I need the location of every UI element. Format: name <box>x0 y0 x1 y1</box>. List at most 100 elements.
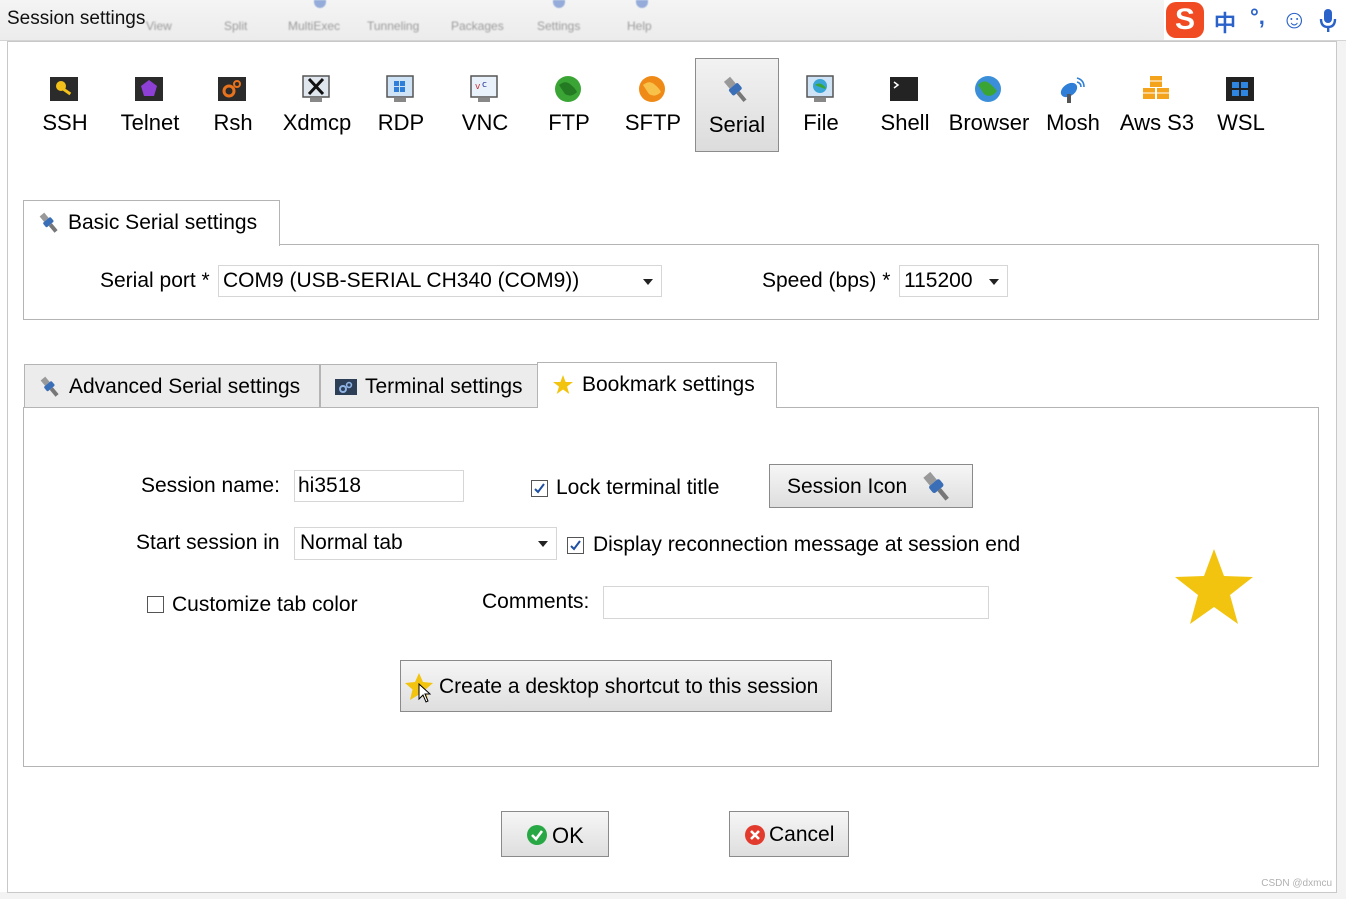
ghost-menu-item: Tunneling <box>367 19 420 33</box>
serial-plug-icon <box>39 212 58 233</box>
create-desktop-shortcut-button[interactable]: Create a desktop shortcut to this sessio… <box>400 660 832 712</box>
speed-label: Speed (bps) * <box>762 269 891 292</box>
telnet-gem-icon <box>135 77 163 101</box>
protocol-label: VNC <box>461 110 509 135</box>
protocol-rsh[interactable]: Rsh <box>192 58 274 150</box>
protocol-ftp[interactable]: FTP <box>528 58 610 150</box>
protocol-sftp[interactable]: SFTP <box>612 58 694 150</box>
protocol-ssh[interactable]: SSH <box>24 58 106 150</box>
serial-port-select[interactable]: COM9 (USB-SERIAL CH340 (COM9)) <box>218 265 662 297</box>
ghost-menu-icon <box>553 0 565 8</box>
protocol-file[interactable]: File <box>780 58 862 150</box>
ghost-menu-item: Packages <box>451 19 504 33</box>
protocol-serial[interactable]: Serial <box>695 58 779 152</box>
chevron-down-icon <box>538 541 548 547</box>
ghost-menu-item: Settings <box>537 19 581 33</box>
check-icon <box>534 483 545 494</box>
serial-plug-icon <box>923 471 949 501</box>
watermark: CSDN @dxmcu <box>1261 878 1332 889</box>
session-name-label: Session name: <box>141 474 280 497</box>
star-icon <box>553 375 573 394</box>
comments-input[interactable] <box>603 586 989 619</box>
protocol-label: Shell <box>880 110 930 135</box>
ftp-globe-icon <box>555 76 581 102</box>
window-edge <box>0 892 1346 899</box>
session-icon-button[interactable]: Session Icon <box>769 464 973 508</box>
comments-label: Comments: <box>482 590 590 613</box>
ime-toolbar: S 中 °, ☺ <box>1164 0 1346 40</box>
lock-terminal-title-label: Lock terminal title <box>556 476 720 499</box>
file-monitor-icon <box>806 75 834 102</box>
protocol-label: SFTP <box>624 110 682 135</box>
start-session-select[interactable]: Normal tab <box>294 527 557 560</box>
cancel-button[interactable]: Cancel <box>729 811 849 857</box>
speed-select[interactable]: 115200 <box>899 265 1008 297</box>
ime-emoji-icon[interactable]: ☺ <box>1281 4 1308 35</box>
protocol-rdp[interactable]: RDP <box>360 58 442 150</box>
protocol-browser[interactable]: Browser <box>948 58 1030 150</box>
protocol-label: Mosh <box>1046 110 1100 135</box>
tab-basic-serial-settings[interactable]: Basic Serial settings <box>23 200 280 246</box>
tab-label: Advanced Serial settings <box>69 375 301 398</box>
tab-terminal-settings[interactable]: Terminal settings <box>320 364 538 408</box>
protocol-label: Serial <box>708 112 766 137</box>
protocol-wsl[interactable]: WSL <box>1200 58 1282 150</box>
protocol-label: WSL <box>1217 110 1265 135</box>
ghost-menu-item: View <box>146 19 172 33</box>
chevron-down-icon <box>989 279 999 285</box>
title-bar: Session settings View Split MultiExec Tu… <box>0 0 1346 41</box>
key-icon <box>50 77 78 101</box>
start-session-value: Normal tab <box>300 531 403 554</box>
protocol-label: Telnet <box>120 110 180 135</box>
chevron-down-icon <box>643 279 653 285</box>
tab-label: Terminal settings <box>365 375 523 398</box>
protocol-label: FTP <box>548 110 590 135</box>
windows-logo-icon <box>1226 77 1254 101</box>
protocol-label: RDP <box>377 110 425 135</box>
ghost-menu-item: Split <box>224 19 248 33</box>
sftp-globe-icon <box>639 76 665 102</box>
customize-tab-color-checkbox[interactable] <box>147 596 164 613</box>
ghost-menu-item: MultiExec <box>288 19 341 33</box>
protocol-label: SSH <box>42 110 88 135</box>
protocol-vnc[interactable]: v c VNC <box>444 58 526 150</box>
ok-button[interactable]: OK <box>501 811 609 857</box>
tab-label: Bookmark settings <box>582 373 755 396</box>
lock-terminal-title-checkbox[interactable] <box>531 480 548 497</box>
reconnect-message-label: Display reconnection message at session … <box>593 533 1021 556</box>
speed-value: 115200 <box>904 269 973 292</box>
serial-port-label: Serial port * <box>100 269 210 292</box>
ghost-menu-icon <box>636 0 648 8</box>
protocol-aws-s3[interactable]: Aws S3 <box>1116 58 1198 150</box>
svg-text:c: c <box>482 80 487 90</box>
window-edge <box>1337 41 1346 899</box>
mic-icon[interactable] <box>1318 8 1338 34</box>
svg-text:v: v <box>475 82 481 92</box>
protocol-label: Aws S3 <box>1119 110 1195 135</box>
reconnect-message-checkbox[interactable] <box>567 537 584 554</box>
rsh-gear-icon <box>218 77 246 101</box>
window-title: Session settings <box>7 8 146 29</box>
serial-plug-icon <box>40 376 59 397</box>
mouse-cursor-icon <box>418 683 431 703</box>
serial-port-value: COM9 (USB-SERIAL CH340 (COM9)) <box>223 269 580 292</box>
protocol-mosh[interactable]: Mosh <box>1032 58 1114 150</box>
protocol-label: File <box>803 110 839 135</box>
tab-advanced-serial-settings[interactable]: Advanced Serial settings <box>24 364 320 408</box>
protocol-telnet[interactable]: Telnet <box>109 58 191 150</box>
ime-language-toggle[interactable]: 中 <box>1214 6 1236 38</box>
check-icon <box>570 540 581 551</box>
protocol-shell[interactable]: Shell <box>864 58 946 150</box>
tab-bookmark-settings[interactable]: Bookmark settings <box>537 362 777 408</box>
satellite-dish-icon <box>1060 77 1085 103</box>
customize-tab-color-label: Customize tab color <box>172 593 358 616</box>
protocol-label: Xdmcp <box>282 110 352 135</box>
ghost-menu-icon <box>314 0 326 8</box>
ime-punctuation-toggle[interactable]: °, <box>1250 4 1265 30</box>
browser-globe-icon <box>975 76 1001 102</box>
cancel-label: Cancel <box>769 823 835 846</box>
close-circle-icon <box>745 825 765 845</box>
sogou-logo-icon[interactable]: S <box>1166 2 1204 38</box>
session-name-input[interactable]: hi3518 <box>294 470 464 502</box>
protocol-xdmcp[interactable]: Xdmcp <box>276 58 358 150</box>
